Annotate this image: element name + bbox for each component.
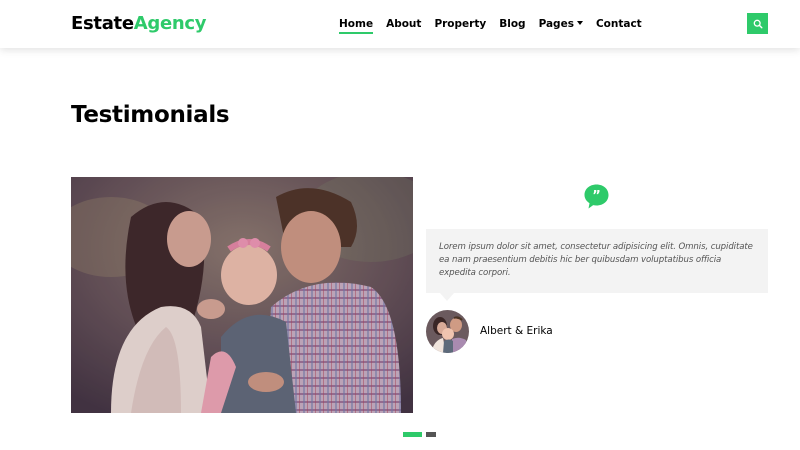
nav-property[interactable]: Property [434,17,486,31]
section-title: Testimonials [71,102,230,128]
nav-blog-label: Blog [499,18,526,30]
author-avatar [426,310,469,353]
nav-contact[interactable]: Contact [596,17,642,31]
search-button[interactable] [747,13,768,34]
nav-home-label: Home [339,18,374,30]
brand-part-agency: Agency [133,13,207,34]
speech-pointer [440,293,454,301]
brand-logo[interactable]: EstateAgency [71,12,207,36]
family-photo-image [71,177,413,413]
nav-about[interactable]: About [386,17,421,31]
nav-blog[interactable]: Blog [499,17,525,31]
quote-icon: ” [583,183,610,210]
nav-property-label: Property [434,18,487,30]
site-header: EstateAgency Home About Property Blog Pa… [0,0,800,48]
carousel-dot-2[interactable] [426,432,436,437]
nav-pages-label: Pages [538,18,574,30]
testimonial-text-box: Lorem ipsum dolor sit amet, consectetur … [426,229,768,293]
testimonial-photo [71,177,413,413]
testimonial-text: Lorem ipsum dolor sit amet, consectetur … [439,242,753,278]
search-icon [753,19,763,29]
nav-home[interactable]: Home [339,17,374,34]
caret-down-icon [576,21,583,25]
nav-pages-dropdown[interactable]: Pages [539,17,583,31]
brand-part-estate: Estate [71,13,134,34]
carousel-dot-1[interactable] [403,432,422,437]
svg-text:”: ” [592,189,601,204]
author-name: Albert & Erika [480,325,553,337]
main-nav: Home About Property Blog Pages Contact [339,14,655,34]
nav-contact-label: Contact [595,18,642,30]
carousel-dots [403,432,440,437]
nav-about-label: About [386,18,422,30]
